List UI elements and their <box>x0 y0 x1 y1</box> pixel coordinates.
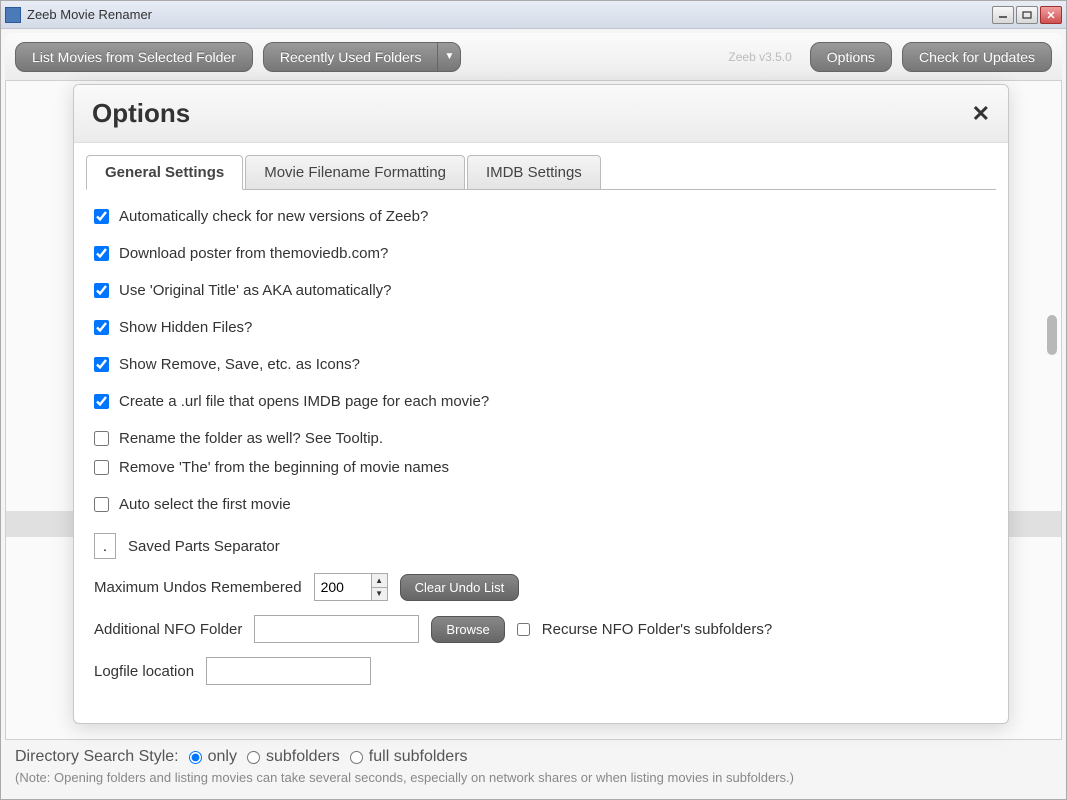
icons-checkbox[interactable] <box>94 357 109 372</box>
autoselect-label: Auto select the first movie <box>119 496 291 513</box>
dialog-close-button[interactable]: ✕ <box>972 101 990 127</box>
icons-label: Show Remove, Save, etc. as Icons? <box>119 356 360 373</box>
options-dialog: Options ✕ General Settings Movie Filenam… <box>73 84 1009 724</box>
scrollbar[interactable] <box>1047 85 1057 735</box>
logfile-label: Logfile location <box>94 663 194 680</box>
nfo-folder-input[interactable] <box>254 615 419 643</box>
radio-subfolders[interactable]: subfolders <box>247 748 340 766</box>
check-updates-button[interactable]: Check for Updates <box>902 42 1052 72</box>
undos-input[interactable] <box>315 574 371 600</box>
poster-checkbox[interactable] <box>94 246 109 261</box>
radio-only[interactable]: only <box>189 748 237 766</box>
hidden-label: Show Hidden Files? <box>119 319 252 336</box>
window-controls <box>992 6 1062 24</box>
directory-search-style: Directory Search Style: only subfolders … <box>15 748 1052 766</box>
undos-spinner: ▲ ▼ <box>314 573 388 601</box>
chevron-down-icon: ▼ <box>445 51 455 62</box>
list-movies-button[interactable]: List Movies from Selected Folder <box>15 42 253 72</box>
toolbar: List Movies from Selected Folder Recentl… <box>5 33 1062 81</box>
options-button[interactable]: Options <box>810 42 892 72</box>
urlfile-label: Create a .url file that opens IMDB page … <box>119 393 489 410</box>
footer: Directory Search Style: only subfolders … <box>1 740 1066 799</box>
maximize-button[interactable] <box>1016 6 1038 24</box>
titlebar: Zeeb Movie Renamer <box>1 1 1066 29</box>
tab-panel-general: Automatically check for new versions of … <box>86 189 996 711</box>
recent-folders-dropdown[interactable]: ▼ <box>437 42 461 72</box>
directory-search-label: Directory Search Style: <box>15 748 179 766</box>
rename-folder-checkbox[interactable] <box>94 431 109 446</box>
autocheck-checkbox[interactable] <box>94 209 109 224</box>
minimize-button[interactable] <box>992 6 1014 24</box>
aka-checkbox[interactable] <box>94 283 109 298</box>
close-button[interactable] <box>1040 6 1062 24</box>
recent-folders-button[interactable]: Recently Used Folders <box>263 42 438 72</box>
separator-label: Saved Parts Separator <box>128 538 280 555</box>
recent-folders-split: Recently Used Folders ▼ <box>263 42 462 72</box>
poster-label: Download poster from themoviedb.com? <box>119 245 388 262</box>
urlfile-checkbox[interactable] <box>94 394 109 409</box>
aka-label: Use 'Original Title' as AKA automaticall… <box>119 282 392 299</box>
dialog-header: Options ✕ <box>74 85 1008 143</box>
remove-the-label: Remove 'The' from the beginning of movie… <box>119 459 449 476</box>
dialog-title: Options <box>92 98 972 129</box>
autoselect-checkbox[interactable] <box>94 497 109 512</box>
undos-label: Maximum Undos Remembered <box>94 579 302 596</box>
separator-input[interactable] <box>94 533 116 559</box>
clear-undo-button[interactable]: Clear Undo List <box>400 574 520 601</box>
footer-note: (Note: Opening folders and listing movie… <box>15 770 1052 785</box>
hidden-checkbox[interactable] <box>94 320 109 335</box>
recurse-checkbox[interactable] <box>517 623 530 636</box>
nfo-folder-label: Additional NFO Folder <box>94 621 242 638</box>
scroll-thumb[interactable] <box>1047 315 1057 355</box>
remove-the-checkbox[interactable] <box>94 460 109 475</box>
recurse-label: Recurse NFO Folder's subfolders? <box>542 621 772 638</box>
tab-filename-formatting[interactable]: Movie Filename Formatting <box>245 155 465 190</box>
tabs: General Settings Movie Filename Formatti… <box>74 143 1008 190</box>
app-icon <box>5 7 21 23</box>
tab-imdb-settings[interactable]: IMDB Settings <box>467 155 601 190</box>
browse-button[interactable]: Browse <box>431 616 504 643</box>
rename-folder-label: Rename the folder as well? See Tooltip. <box>119 430 383 447</box>
spinner-up[interactable]: ▲ <box>372 574 387 588</box>
radio-full-subfolders[interactable]: full subfolders <box>350 748 468 766</box>
tab-general-settings[interactable]: General Settings <box>86 155 243 190</box>
autocheck-label: Automatically check for new versions of … <box>119 208 428 225</box>
logfile-input[interactable] <box>206 657 371 685</box>
spinner-down[interactable]: ▼ <box>372 588 387 601</box>
window-title: Zeeb Movie Renamer <box>27 7 992 22</box>
version-label: Zeeb v3.5.0 <box>728 50 791 64</box>
